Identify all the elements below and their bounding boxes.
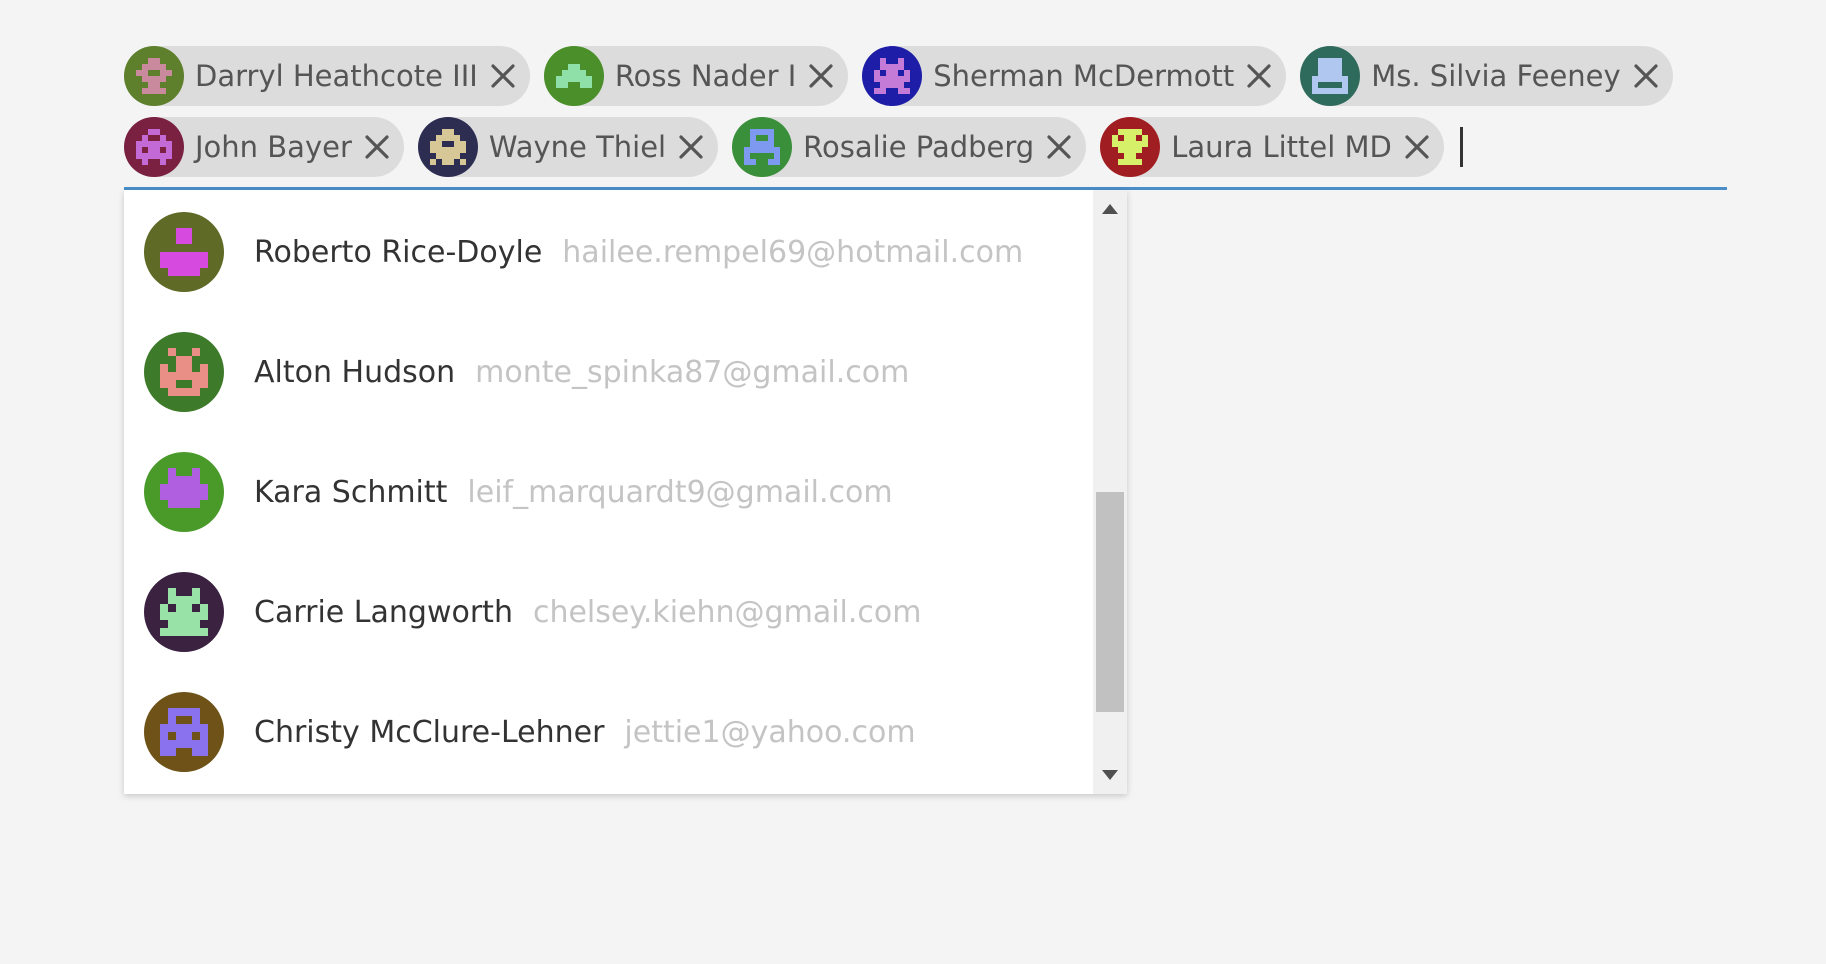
suggestion-name: Roberto Rice-Doyle — [254, 234, 543, 270]
recipient-chip-name: Ms. Silvia Feeney — [1371, 59, 1621, 93]
recipient-chip-name: Laura Littel MD — [1171, 130, 1392, 164]
suggestion-option[interactable]: Carrie Langworth chelsey.kiehn@gmail.com — [124, 552, 1093, 672]
scroll-up-icon[interactable] — [1093, 194, 1127, 224]
suggestion-option[interactable]: Roberto Rice-Doyle hailee.rempel69@hotmai… — [124, 192, 1093, 312]
close-icon[interactable] — [360, 130, 394, 164]
recipient-chip[interactable]: Ms. Silvia Feeney — [1300, 46, 1673, 106]
recipient-chip[interactable]: Laura Littel MD — [1100, 117, 1444, 177]
avatar — [144, 332, 224, 412]
suggestion-dropdown: Roberto Rice-Doyle hailee.rempel69@hotmai… — [124, 190, 1127, 794]
close-icon[interactable] — [486, 59, 520, 93]
close-icon[interactable] — [1042, 130, 1076, 164]
recipient-chip[interactable]: Wayne Thiel — [417, 117, 719, 177]
avatar — [417, 117, 478, 177]
avatar — [1100, 117, 1161, 177]
suggestion-email: jettie1@yahoo.com — [624, 714, 916, 750]
recipient-picker[interactable]: Darryl Heathcote III Ross Nader I Sherman … — [124, 46, 1727, 190]
avatar — [862, 46, 923, 106]
avatar — [144, 212, 224, 292]
close-icon[interactable] — [804, 59, 838, 93]
close-icon[interactable] — [1629, 59, 1663, 93]
avatar — [124, 46, 184, 106]
avatar — [144, 692, 224, 772]
recipient-chip-name: Darryl Heathcote III — [195, 59, 478, 93]
suggestion-name: Christy McClure-Lehner — [254, 714, 605, 750]
recipient-chip[interactable]: Sherman McDermott — [862, 46, 1287, 106]
recipient-chip[interactable]: Rosalie Padberg — [732, 117, 1087, 177]
avatar — [732, 117, 793, 177]
avatar — [124, 117, 184, 177]
avatar — [144, 572, 224, 652]
suggestion-name: Kara Schmitt — [254, 474, 448, 510]
suggestion-name: Alton Hudson — [254, 354, 456, 390]
avatar — [144, 452, 224, 532]
dropdown-scrollbar[interactable] — [1093, 190, 1127, 794]
close-icon[interactable] — [1400, 130, 1434, 164]
avatar — [543, 46, 604, 106]
suggestion-email: monte_spinka87@gmail.com — [475, 354, 910, 390]
recipient-chip[interactable]: John Bayer — [124, 117, 404, 177]
text-caret[interactable] — [1459, 127, 1463, 167]
avatar — [1300, 46, 1361, 106]
recipient-chip-name: Ross Nader I — [614, 59, 797, 93]
suggestion-option[interactable]: Christy McClure-Lehner jettie1@yahoo.com — [124, 672, 1093, 792]
suggestion-name: Carrie Langworth — [254, 594, 513, 630]
close-icon[interactable] — [674, 130, 708, 164]
suggestion-email: leif_marquardt9@gmail.com — [467, 474, 893, 510]
close-icon[interactable] — [1242, 59, 1276, 93]
recipient-chip-name: John Bayer — [195, 130, 352, 164]
recipient-chip-name: Rosalie Padberg — [803, 130, 1035, 164]
selected-chips: Darryl Heathcote III Ross Nader I Sherman … — [124, 46, 1727, 188]
recipient-chip[interactable]: Ross Nader I — [543, 46, 849, 106]
recipient-chip-name: Wayne Thiel — [488, 130, 667, 164]
suggestion-option[interactable]: Kara Schmitt leif_marquardt9@gmail.com — [124, 432, 1093, 552]
suggestion-email: hailee.rempel69@hotmail.com — [562, 234, 1024, 270]
recipient-chip[interactable]: Darryl Heathcote III — [124, 46, 530, 106]
suggestion-option[interactable]: Alton Hudson monte_spinka87@gmail.com — [124, 312, 1093, 432]
suggestion-email: chelsey.kiehn@gmail.com — [532, 594, 922, 630]
recipient-chip-name: Sherman McDermott — [933, 59, 1235, 93]
scrollbar-thumb[interactable] — [1096, 492, 1124, 712]
scroll-down-icon[interactable] — [1093, 760, 1127, 790]
